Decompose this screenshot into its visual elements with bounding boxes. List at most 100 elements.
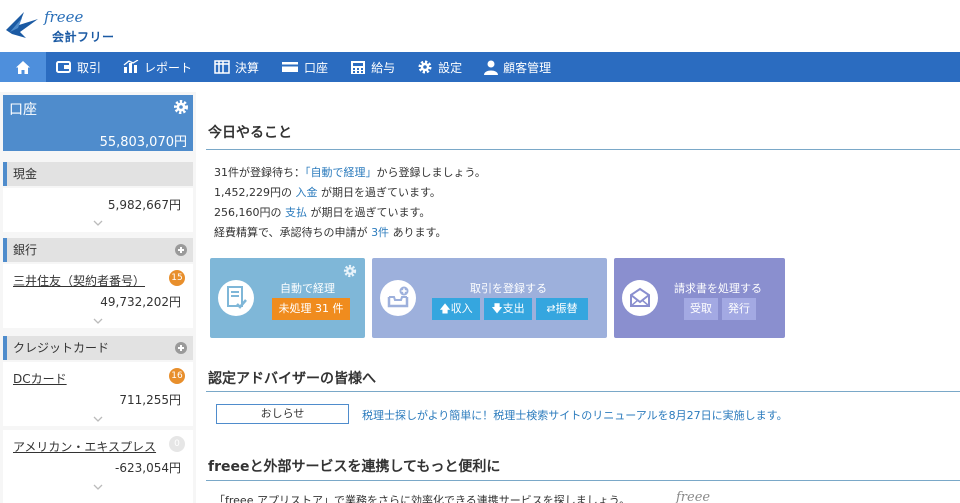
receive-button[interactable]: 受取 (684, 298, 718, 320)
accounts-header: 口座 55,803,070円 (3, 95, 193, 151)
bird-logo-icon (6, 12, 38, 38)
card-title: 請求書を処理する (674, 282, 762, 295)
add-bank-icon[interactable] (175, 244, 187, 256)
nav-item-reports[interactable]: レポート (113, 52, 204, 82)
integration-logo-text: freee (676, 490, 711, 503)
income-label: 収入 (450, 302, 473, 315)
nav-item-settings[interactable]: 設定 (407, 52, 474, 82)
task-line: 1,452,229円の 入金 が期日を過ぎています。 (214, 184, 441, 200)
task-line: 31件が登録待ち：「自動で経理」から登録しましょう。 (214, 164, 486, 180)
logo-script-text: freee (44, 8, 84, 26)
logo-product-name: 会計フリー (52, 30, 115, 44)
divider (206, 149, 960, 150)
notice-button[interactable]: おしらせ (216, 404, 349, 424)
nav-label: 取引 (77, 60, 102, 75)
task-text: 経費精算で、承認待ちの申請が (214, 226, 368, 239)
cash-account: 5,982,667円 (3, 188, 193, 232)
credit-account-link[interactable]: アメリカン・エキスプレス (13, 438, 156, 455)
divider (206, 391, 960, 392)
gear-icon (417, 59, 433, 75)
nav-item-settlement[interactable]: 決算 (204, 52, 271, 82)
task-text: から登録しましょう。 (376, 166, 486, 179)
transfer-icon: ⇄ (546, 302, 556, 315)
freee-logo[interactable]: freee 会計フリー (4, 6, 124, 46)
card-gear-icon[interactable] (343, 264, 357, 281)
card-title: 取引を登録する (470, 282, 547, 295)
task-link[interactable]: 3件 (371, 226, 389, 239)
task-link[interactable]: 「自動で経理」 (305, 166, 377, 179)
bank-amount: 49,732,202円 (100, 295, 181, 309)
transfer-label: 振替 (555, 302, 578, 315)
credit-badge: 16 (169, 368, 185, 384)
main-content: 今日やること 31件が登録待ち：「自動で経理」から登録しましょう。 1,452,… (206, 92, 960, 503)
cash-section-header: 現金 (3, 162, 193, 186)
register-transaction-card: 取引を登録する 🡅収入 🡇支出 ⇄振替 (372, 258, 607, 338)
chevron-down-icon[interactable] (93, 416, 103, 422)
unprocessed-button[interactable]: 未処理 31 件 (272, 298, 350, 320)
issue-button[interactable]: 発行 (722, 298, 756, 320)
calculator-icon (350, 60, 366, 75)
envelope-icon (622, 280, 658, 316)
invoice-card: 請求書を処理する 受取 発行 (614, 258, 785, 338)
accounts-gear-icon[interactable] (173, 99, 189, 118)
nav-label: 決算 (235, 60, 260, 75)
document-check-icon (218, 280, 254, 316)
task-text: あります。 (392, 226, 447, 239)
divider (206, 480, 960, 481)
task-text: 256,160円の (214, 206, 282, 219)
nav-item-customers[interactable]: 顧客管理 (474, 52, 563, 82)
integration-title: freeeと外部サービスを連携してもっと便利に (208, 459, 501, 475)
settlement-icon (214, 60, 230, 74)
transfer-button[interactable]: ⇄振替 (536, 298, 588, 320)
bank-account: 三井住友（契約者番号） 15 49,732,202円 (3, 264, 193, 328)
task-link[interactable]: 支払 (285, 206, 307, 219)
bank-badge: 15 (169, 270, 185, 286)
credit-section-label: クレジットカード (13, 341, 110, 355)
chevron-down-icon[interactable] (93, 318, 103, 324)
nav-label: 顧客管理 (503, 60, 552, 75)
nav-item-transactions[interactable]: 取引 (46, 52, 113, 82)
expense-button[interactable]: 🡇支出 (484, 298, 532, 320)
nav-label: 口座 (304, 60, 329, 75)
integration-text: 「freee アプリストア」で業務をさらに効率化できる連携サービスを探しましょう… (214, 494, 631, 503)
credit-account-amex: アメリカン・エキスプレス 0 -623,054円 (3, 430, 193, 503)
chevron-down-icon[interactable] (93, 220, 103, 226)
arrow-down-icon: 🡇 (491, 302, 503, 315)
accounts-sidebar: 口座 55,803,070円 現金 5,982,667円 銀行 三井住友（契約者… (0, 92, 196, 503)
task-line: 256,160円の 支払 が期日を過ぎています。 (214, 204, 430, 220)
income-button[interactable]: 🡅収入 (432, 298, 480, 320)
accounts-total: 55,803,070円 (99, 135, 187, 150)
auto-accounting-card[interactable]: 自動で経理 未処理 31 件 (210, 258, 365, 338)
bank-account-link[interactable]: 三井住友（契約者番号） (13, 272, 145, 289)
nav-item-accounts[interactable]: 口座 (271, 52, 340, 82)
task-text: が期日を過ぎています。 (310, 206, 431, 219)
home-icon (16, 60, 30, 74)
todo-title: 今日やること (208, 125, 292, 141)
nav-item-payroll[interactable]: 給与 (340, 52, 407, 82)
credit-amount: 711,255円 (119, 393, 181, 407)
notice-link[interactable]: 税理士探しがより簡単に！税理士検索サイトのリニューアルを8月27日に実施します。 (362, 407, 788, 423)
main-nav: 取引 レポート 決算 口座 給与 設定 顧客管理 (0, 52, 960, 82)
credit-section-header: クレジットカード (3, 336, 193, 360)
nav-label: 設定 (438, 60, 463, 75)
arrow-up-icon: 🡅 (439, 302, 451, 315)
add-credit-icon[interactable] (175, 342, 187, 354)
report-icon (123, 60, 139, 74)
bank-section-label: 銀行 (13, 243, 38, 257)
task-line: 経費精算で、承認待ちの申請が 3件 あります。 (214, 224, 446, 240)
app-header: freee 会計フリー (0, 0, 960, 52)
nav-home-button[interactable] (0, 52, 46, 82)
bank-section-header: 銀行 (3, 238, 193, 262)
wallet-icon (56, 60, 72, 74)
cash-section-label: 現金 (13, 167, 38, 181)
credit-account-link[interactable]: DCカード (13, 370, 67, 387)
person-icon (484, 60, 499, 75)
credit-badge: 0 (169, 436, 185, 452)
chevron-down-icon[interactable] (93, 484, 103, 490)
cash-amount: 5,982,667円 (107, 198, 181, 212)
inbox-add-icon (380, 280, 416, 316)
card-title: 自動で経理 (280, 282, 335, 295)
task-link[interactable]: 入金 (295, 186, 317, 199)
credit-account-dc: DCカード 16 711,255円 (3, 362, 193, 426)
accounts-title: 口座 (9, 102, 37, 118)
